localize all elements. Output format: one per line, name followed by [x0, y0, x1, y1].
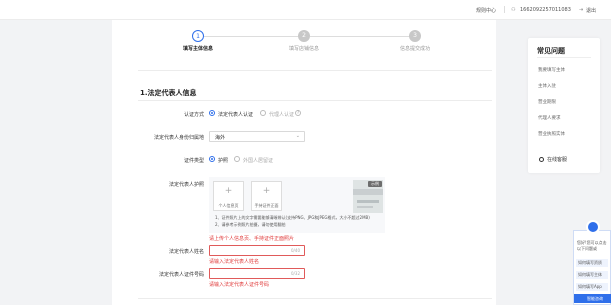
step-connector-1 [204, 36, 298, 37]
faq-item[interactable]: 营业期限 [538, 99, 556, 105]
plus-icon: + [262, 186, 271, 196]
step-3-circle: 3 [409, 30, 421, 42]
assistant-avatar-icon[interactable] [586, 220, 600, 234]
chat-widget[interactable]: 您好!您可以点击 以下问题或 如何填写资质 如何填写主体 如何填写App 智能咨… [573, 220, 611, 305]
faq-panel: 常见问题 我要填写主体 主体入驻 营业期限 代理人要求 营业执照实体 在线客服 [528, 38, 600, 173]
id-number-input[interactable]: 0/32 [209, 268, 305, 279]
passport-upload-area: + 个人信息页 + 手持证件正面 示例 1、证件照片上的文字需要能够清晰辨认(支… [209, 177, 385, 233]
auth-legal-rep-radio[interactable] [209, 110, 215, 116]
step-2-circle: 2 [298, 30, 310, 42]
step-2-label: 填写店铺信息 [288, 46, 320, 52]
faq-item[interactable]: 我要填写主体 [538, 67, 565, 73]
chat-intro-2: 以下问题或 [577, 246, 597, 251]
id-number-label: 法定代表人证件号码 [158, 272, 204, 278]
doc-passport-radio[interactable] [209, 156, 215, 162]
id-number-error: 请输入法定代表人证件号码 [209, 282, 270, 288]
passport-error: 请上传个人信息页、手持证件正面照片 [209, 236, 295, 242]
faq-item[interactable]: 代理人要求 [538, 115, 561, 121]
logout-link[interactable]: 退出 [586, 7, 596, 14]
passport-label: 法定代表人护照 [168, 182, 204, 188]
steps-divider [138, 70, 492, 71]
doc-passport-text[interactable]: 护照 [218, 157, 228, 164]
top-bar: 规则中心 ⚇ 1662092257011083 ⇥ 退出 [0, 0, 611, 20]
smart-consult-button[interactable]: 智能咨询 [574, 294, 611, 303]
name-error: 请输入法定代表人姓名 [209, 259, 260, 265]
auth-legal-rep-text[interactable]: 法定代表人认证 [218, 111, 253, 118]
faq-item[interactable]: 营业执照实体 [538, 131, 565, 137]
region-select[interactable]: 海外 ⌄ [209, 131, 305, 142]
name-label: 法定代表人姓名 [168, 249, 204, 255]
chat-question[interactable]: 如何填写主体 [576, 271, 608, 279]
headset-icon[interactable] [539, 157, 544, 162]
sample-passport-image[interactable]: 示例 [353, 180, 383, 213]
chat-question[interactable]: 如何填写资质 [576, 259, 608, 267]
auth-method-label: 认证方式 [183, 112, 204, 118]
chat-question[interactable]: 如何填写App [576, 283, 608, 291]
upload-info-page[interactable]: + 个人信息页 [213, 181, 244, 211]
faq-title: 常见问题 [537, 47, 565, 55]
faq-item[interactable]: 主体入驻 [538, 83, 556, 89]
id-counter: 0/32 [291, 271, 300, 276]
upload-handheld[interactable]: + 手持证件正面 [251, 181, 282, 211]
chat-body: 您好!您可以点击 以下问题或 如何填写资质 如何填写主体 如何填写App 智能咨… [573, 230, 611, 305]
step-1-label: 填写主体信息 [182, 46, 214, 52]
step-3-label: 信息提交成功 [399, 46, 431, 52]
upload-handheld-label: 手持证件正面 [254, 203, 279, 208]
chat-intro-1: 您好!您可以点击 [577, 240, 607, 245]
upload-info-page-label: 个人信息页 [218, 203, 239, 208]
step-connector-2 [310, 36, 412, 37]
logout-icon[interactable]: ⇥ [579, 7, 583, 13]
chevron-down-icon: ⌄ [295, 133, 300, 139]
region-label: 法定代表人身份归属地 [153, 135, 204, 141]
help-center-link[interactable]: 规则中心 [476, 7, 496, 14]
user-phone: 1662092257011083 [520, 7, 571, 13]
name-input[interactable]: 0/40 [209, 245, 305, 256]
doc-residence-text[interactable]: 外国人居留证 [243, 157, 273, 164]
topbar-divider [504, 6, 505, 13]
step-1-circle: 1 [192, 30, 204, 42]
auth-agent-radio[interactable] [260, 110, 266, 116]
plus-icon: + [224, 186, 233, 196]
auth-agent-text[interactable]: 代理人认证 [269, 111, 294, 118]
bottom-divider [138, 298, 492, 299]
sample-tag: 示例 [368, 181, 382, 187]
chat-intro: 您好!您可以点击 以下问题或 [577, 240, 607, 252]
upload-note-1: 1、证件照片上的文字需要能够清晰辨认(支持PNG、JPG和JPEG格式，大小不超… [215, 215, 370, 220]
doc-type-label: 证件类型 [183, 158, 204, 164]
name-counter: 0/40 [291, 248, 300, 253]
section-divider [138, 100, 492, 101]
section-title: 1.法定代表人信息 [140, 89, 197, 97]
upload-note-2: 2、请参考示例照片拍摄，请勿使用翻拍 [215, 222, 286, 227]
help-icon[interactable]: ? [295, 110, 301, 116]
online-consult-link[interactable]: 在线客服 [547, 156, 567, 163]
region-value: 海外 [215, 135, 226, 141]
doc-residence-radio[interactable] [234, 156, 240, 162]
user-icon: ⚇ [511, 7, 516, 13]
